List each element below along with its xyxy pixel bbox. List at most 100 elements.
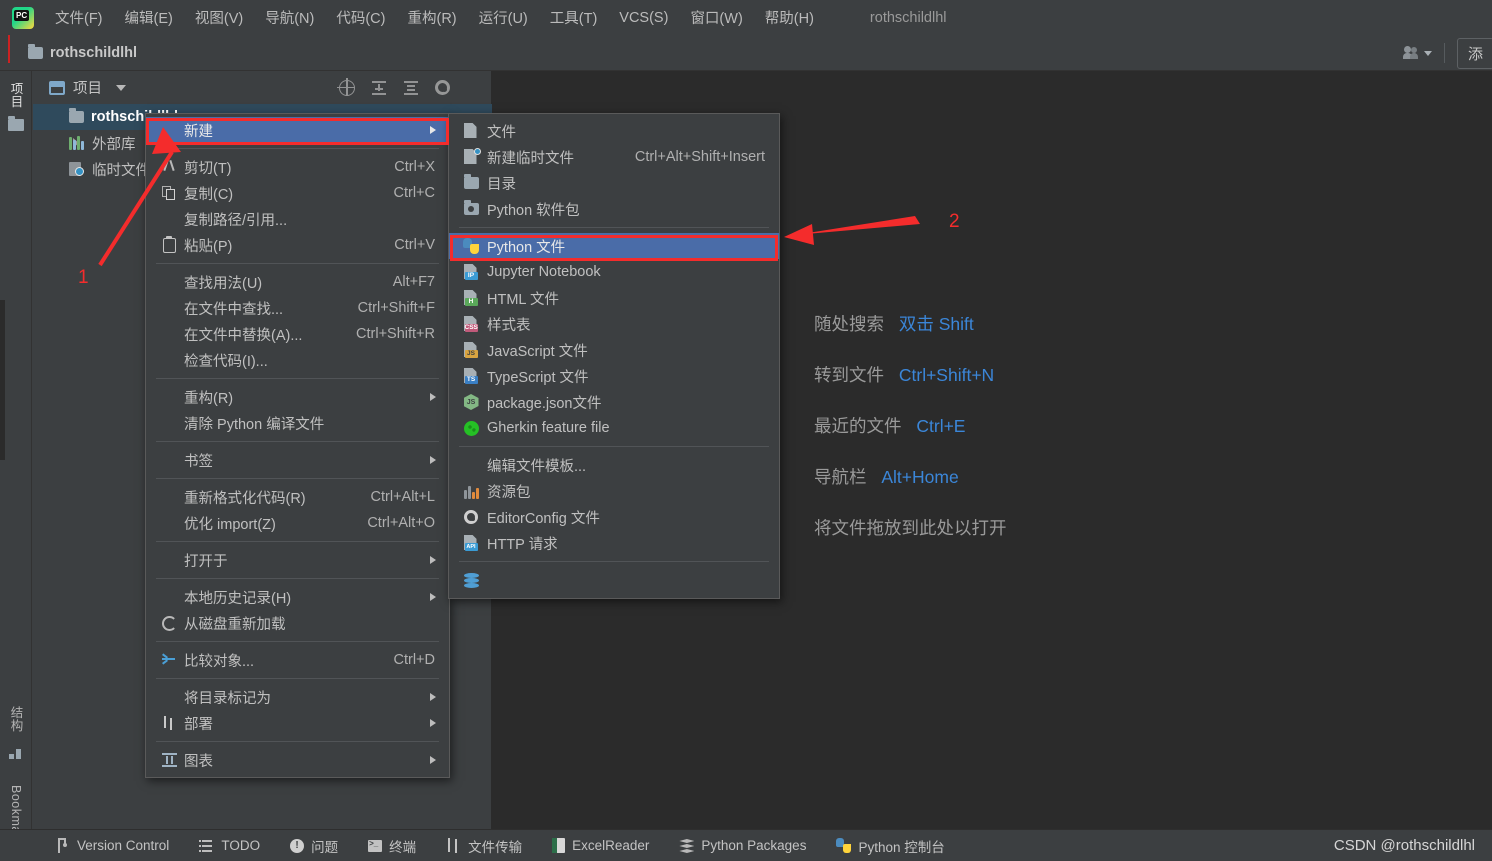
menu-navigate[interactable]: 导航(N) xyxy=(254,4,325,31)
context-menu-item-mark-directory-as[interactable]: 将目录标记为 xyxy=(146,684,449,710)
context-menu-item-diagrams[interactable]: 图表 xyxy=(146,747,449,773)
menu-code[interactable]: 代码(C) xyxy=(325,4,396,31)
css-file-icon: CSS xyxy=(461,316,481,332)
context-menu-item-cut[interactable]: 剪切(T) Ctrl+X xyxy=(146,154,449,180)
submenu-item-python-package[interactable]: Python 软件包 xyxy=(449,196,779,222)
editorconfig-icon xyxy=(461,510,481,524)
menu-vcs[interactable]: VCS(S) xyxy=(608,7,679,29)
submenu-item-html-file[interactable]: H HTML 文件 xyxy=(449,285,779,311)
context-menu-item-paste[interactable]: 粘贴(P) Ctrl+V xyxy=(146,232,449,258)
context-menu-item-reload-from-disk[interactable]: 从磁盘重新加载 xyxy=(146,610,449,636)
chevron-down-icon[interactable] xyxy=(116,84,126,91)
menu-item-shortcut: Ctrl+Alt+O xyxy=(367,515,435,531)
context-menu-item-local-history[interactable]: 本地历史记录(H) xyxy=(146,584,449,610)
copy-icon xyxy=(158,185,180,201)
context-menu-item-refactor[interactable]: 重构(R) xyxy=(146,384,449,410)
menu-tools[interactable]: 工具(T) xyxy=(539,4,609,31)
menu-separator xyxy=(156,741,439,742)
context-menu-item-copy[interactable]: 复制(C) Ctrl+C xyxy=(146,180,449,206)
submenu-item-javascript-file[interactable]: JS JavaScript 文件 xyxy=(449,337,779,363)
submenu-item-stylesheet[interactable]: CSS 样式表 xyxy=(449,311,779,337)
context-menu-item-open-in[interactable]: 打开于 xyxy=(146,547,449,573)
expand-all-icon[interactable] xyxy=(371,80,387,96)
status-bar: Version Control TODO ! 问题 终端 文件传输 xyxy=(0,829,1492,861)
context-menu-item-deployment[interactable]: 部署 xyxy=(146,710,449,736)
user-accounts-button[interactable] xyxy=(1402,46,1432,60)
menu-edit[interactable]: 编辑(E) xyxy=(114,4,184,31)
add-button[interactable]: 添 xyxy=(1456,37,1492,69)
settings-gear-icon[interactable] xyxy=(435,80,450,95)
status-item-todo[interactable]: TODO xyxy=(199,838,260,853)
chevron-right-icon xyxy=(430,393,436,401)
sidebar-item-structure[interactable]: 结构 xyxy=(3,696,29,742)
hide-panel-icon[interactable] xyxy=(466,80,482,96)
status-item-terminal[interactable]: 终端 xyxy=(368,836,416,856)
context-menu-item-bookmarks[interactable]: 书签 xyxy=(146,447,449,473)
menu-separator xyxy=(156,678,439,679)
submenu-item-file[interactable]: 文件 xyxy=(449,118,779,144)
menu-item-label: Python 软件包 xyxy=(487,202,580,219)
context-menu-item-new[interactable]: 新建 xyxy=(146,117,449,143)
file-icon xyxy=(461,123,481,139)
problems-icon: ! xyxy=(290,838,305,853)
submenu-item-scratch-file[interactable]: 新建临时文件 Ctrl+Alt+Shift+Insert xyxy=(449,144,779,170)
menu-item-label: 将目录标记为 xyxy=(184,690,271,707)
status-item-label: 终端 xyxy=(389,839,417,855)
hint-label: 最近的文件 xyxy=(814,416,902,436)
locate-icon[interactable] xyxy=(337,77,355,96)
menu-file[interactable]: 文件(F) xyxy=(44,4,114,31)
submenu-item-http-request[interactable]: API HTTP 请求 xyxy=(449,530,779,556)
collapse-all-icon[interactable] xyxy=(403,80,419,96)
submenu-item-edit-file-templates[interactable]: 编辑文件模板... xyxy=(449,452,779,478)
context-menu-item-find-in-files[interactable]: 在文件中查找... Ctrl+Shift+F xyxy=(146,295,449,321)
deploy-icon xyxy=(158,716,180,730)
submenu-item-resource-bundle[interactable]: 资源包 xyxy=(449,478,779,504)
submenu-item-typescript-file[interactable]: TS TypeScript 文件 xyxy=(449,363,779,389)
navbar-right-tools: 添 xyxy=(1402,35,1492,71)
submenu-item-data-source-from-path[interactable] xyxy=(449,567,779,593)
status-item-problems[interactable]: ! 问题 xyxy=(290,836,338,856)
divider xyxy=(1443,43,1445,63)
status-item-python-packages[interactable]: Python Packages xyxy=(679,838,806,853)
menu-separator xyxy=(156,263,439,264)
compare-icon xyxy=(158,653,180,666)
menu-item-label: 打开于 xyxy=(184,553,228,570)
hint-shortcut: Ctrl+Shift+N xyxy=(898,365,995,385)
context-menu-item-optimize-imports[interactable]: 优化 import(Z) Ctrl+Alt+O xyxy=(146,510,449,536)
data-source-icon xyxy=(461,572,481,588)
menu-refactor[interactable]: 重构(R) xyxy=(396,4,467,31)
breadcrumb[interactable]: rothschildlhl xyxy=(28,43,137,61)
submenu-item-package-json[interactable]: JS package.json文件 xyxy=(449,389,779,415)
submenu-item-editorconfig-file[interactable]: EditorConfig 文件 xyxy=(449,504,779,530)
submenu-item-directory[interactable]: 目录 xyxy=(449,170,779,196)
status-item-python-console[interactable]: Python 控制台 xyxy=(836,836,945,856)
context-menu-item-replace-in-files[interactable]: 在文件中替换(A)... Ctrl+Shift+R xyxy=(146,321,449,347)
status-item-excel-reader[interactable]: ExcelReader xyxy=(552,838,649,853)
context-menu-item-reformat-code[interactable]: 重新格式化代码(R) Ctrl+Alt+L xyxy=(146,484,449,510)
context-menu-item-inspect-code[interactable]: 检查代码(I)... xyxy=(146,347,449,373)
sidebar-item-project[interactable]: 项目 xyxy=(3,75,29,115)
python-console-icon xyxy=(836,838,852,853)
menu-item-label: 文件 xyxy=(487,124,516,141)
submenu-item-jupyter-notebook[interactable]: IP Jupyter Notebook xyxy=(449,259,779,285)
menu-bar: 文件(F) 编辑(E) 视图(V) 导航(N) 代码(C) 重构(R) 运行(U… xyxy=(0,0,1492,35)
menu-run[interactable]: 运行(U) xyxy=(468,4,539,31)
tree-item-label: 外部库 xyxy=(92,136,136,153)
menu-window[interactable]: 窗口(W) xyxy=(679,4,753,31)
terminal-icon xyxy=(368,839,383,852)
packages-icon xyxy=(679,838,695,853)
status-item-version-control[interactable]: Version Control xyxy=(57,838,169,853)
status-item-file-transfer[interactable]: 文件传输 xyxy=(446,836,522,856)
menu-help[interactable]: 帮助(H) xyxy=(754,4,825,31)
menu-separator xyxy=(156,478,439,479)
menu-view[interactable]: 视图(V) xyxy=(184,4,254,31)
context-menu-item-find-usages[interactable]: 查找用法(U) Alt+F7 xyxy=(146,269,449,295)
scratch-file-icon xyxy=(461,148,481,165)
submenu-item-python-file[interactable]: Python 文件 xyxy=(449,233,779,259)
context-menu-item-compare-with[interactable]: 比较对象... Ctrl+D xyxy=(146,647,449,673)
context-menu-item-copy-path[interactable]: 复制路径/引用... xyxy=(146,206,449,232)
watermark: CSDN @rothschildlhl xyxy=(1333,837,1475,854)
context-menu-item-clean-pyc[interactable]: 清除 Python 编译文件 xyxy=(146,410,449,436)
status-item-label: 文件传输 xyxy=(468,839,523,855)
submenu-item-gherkin-feature[interactable]: Gherkin feature file xyxy=(449,415,779,441)
